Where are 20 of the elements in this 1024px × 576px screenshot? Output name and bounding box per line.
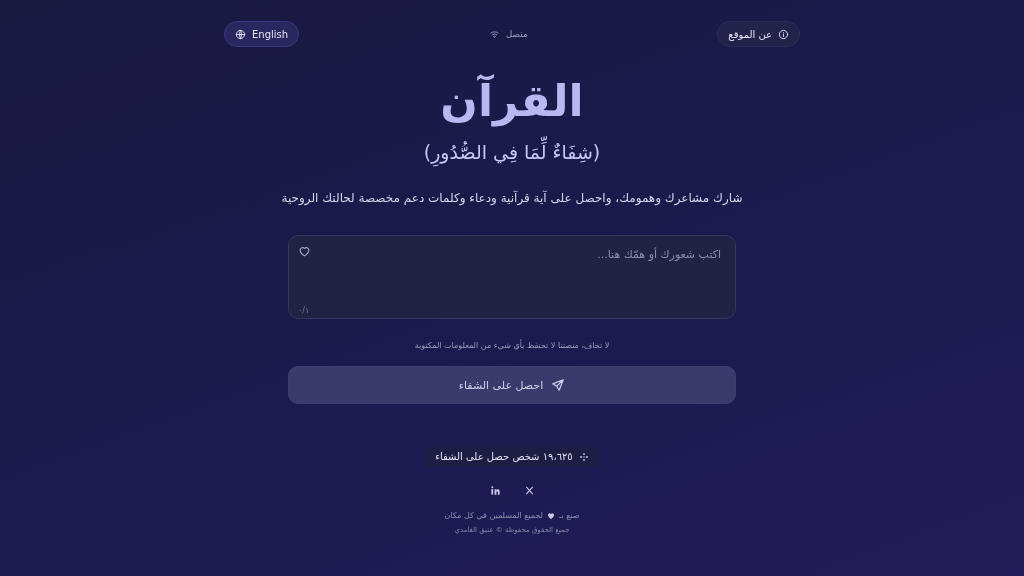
about-button[interactable]: عن الموقع — [717, 21, 800, 47]
privacy-note: لا تخاف، منصتنا لا تحتفظ بأي شيء من المعلومات المكتوبة — [414, 341, 610, 350]
info-icon — [778, 28, 789, 40]
wifi-icon — [488, 28, 500, 40]
heart-icon — [547, 511, 556, 520]
heart-icon — [298, 245, 311, 258]
language-button[interactable]: English — [224, 21, 300, 47]
globe-icon — [235, 28, 246, 40]
send-icon — [551, 378, 566, 392]
connection-status: متصل — [505, 29, 528, 39]
character-counter: ٠/١ — [298, 306, 310, 315]
app-title: القرآن — [440, 73, 584, 129]
x-icon — [523, 484, 535, 496]
made-with-text: صنع بـ — [559, 511, 580, 520]
linkedin-icon — [489, 484, 501, 496]
sparkle-icon — [578, 451, 589, 462]
healed-count: ١٩،٦٢٥ شخص حصل على الشفاء — [435, 451, 573, 462]
made-for-text: لجميع المسلمين في كل مكان — [444, 511, 544, 520]
description: شارك مشاعرك وهمومك، واحصل على آية قرآنية ودعاء وكلمات دعم مخصصة لحالتك الروحية — [281, 191, 743, 205]
verse-subtitle: (شِفَاءٌ لِّمَا فِي الصُّدُورِ) — [419, 135, 605, 169]
